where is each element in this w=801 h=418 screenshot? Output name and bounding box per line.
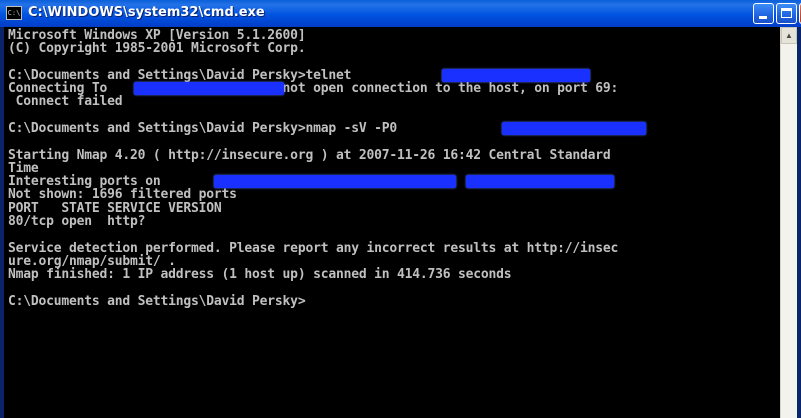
vertical-scrollbar[interactable]: ▲ bbox=[780, 27, 797, 418]
minimize-button[interactable] bbox=[753, 3, 774, 24]
maximize-icon bbox=[781, 8, 792, 18]
maximize-button[interactable] bbox=[776, 3, 797, 24]
console-line: Nmap finished: 1 IP address (1 host up) … bbox=[8, 267, 512, 282]
redaction-mark bbox=[466, 175, 614, 188]
redaction-mark bbox=[214, 175, 456, 188]
console-line: Starting Nmap 4.20 ( http://insecure.org… bbox=[8, 148, 611, 163]
console-line: 80/tcp open http? bbox=[8, 214, 146, 229]
redaction-mark bbox=[442, 69, 590, 82]
console-line: C:\Documents and Settings\David Persky>n… bbox=[8, 121, 397, 136]
minimize-icon bbox=[759, 16, 767, 19]
console-line: C:\Documents and Settings\David Persky> bbox=[8, 294, 306, 309]
console-client-area: Microsoft Windows XP [Version 5.1.2600] … bbox=[4, 27, 797, 418]
title-bar[interactable]: C:\ C:\WINDOWS\system32\cmd.exe × bbox=[0, 0, 801, 27]
console-output[interactable]: Microsoft Windows XP [Version 5.1.2600] … bbox=[4, 27, 780, 418]
console-line: Not shown: 1696 filtered ports bbox=[8, 187, 237, 202]
scroll-up-button[interactable]: ▲ bbox=[781, 27, 797, 44]
console-line: Connect failed bbox=[8, 94, 123, 109]
window-title: C:\WINDOWS\system32\cmd.exe bbox=[28, 5, 265, 20]
redaction-mark bbox=[134, 82, 284, 95]
console-window-icon[interactable]: C:\ bbox=[6, 6, 22, 20]
redaction-mark bbox=[502, 122, 646, 135]
console-line: (C) Copyright 1985-2001 Microsoft Corp. bbox=[8, 41, 306, 56]
scrollbar-track[interactable] bbox=[781, 44, 797, 418]
scroll-up-arrow-icon: ▲ bbox=[785, 31, 793, 40]
cmd-window: C:\ C:\WINDOWS\system32\cmd.exe × Micros… bbox=[0, 0, 801, 418]
